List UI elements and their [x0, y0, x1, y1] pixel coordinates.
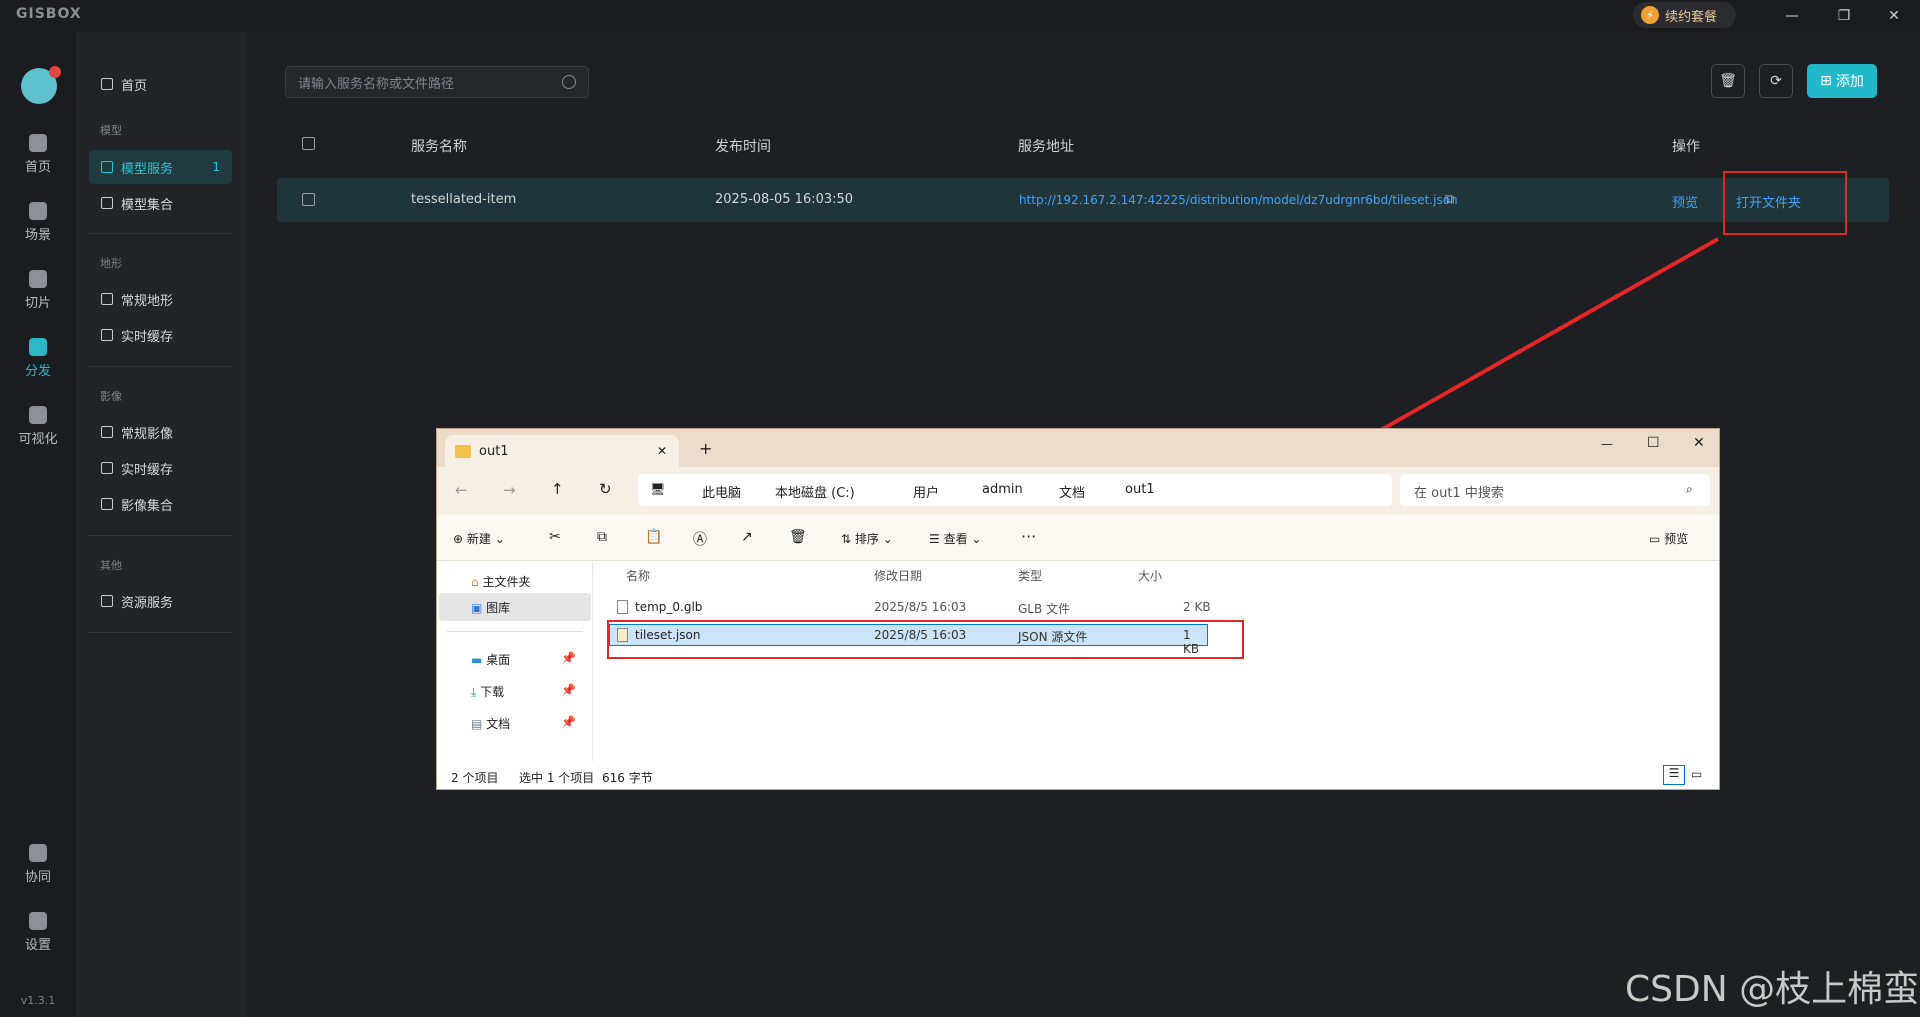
nav-home-label: 主文件夹 — [482, 575, 531, 589]
delete-icon[interactable]: 🗑 — [789, 529, 807, 545]
search-icon: ⌕ — [1686, 482, 1693, 496]
back-icon[interactable]: ← — [455, 481, 468, 499]
file-modified: 2025/8/5 16:03 — [874, 600, 967, 614]
column-modified[interactable]: 修改日期 — [874, 567, 922, 584]
column-size[interactable]: 大小 — [1138, 567, 1162, 584]
file-row[interactable]: temp_0.glb 2025/8/5 16:03 GLB 文件 2 KB — [609, 596, 1249, 618]
explorer-tab-bar: out1 ✕ + — ☐ ✕ — [437, 429, 1719, 467]
pin-icon: 📌 — [561, 715, 576, 729]
new-label: 新建 — [466, 532, 491, 546]
nav-gallery[interactable]: ▣ 图库 — [439, 593, 591, 621]
more-button[interactable]: ··· — [1021, 527, 1036, 546]
copy-icon[interactable]: ⧉ — [597, 529, 607, 545]
preview-pane-button[interactable]: ▭ 预览 — [1649, 530, 1688, 547]
annotation-box-tileset — [607, 620, 1244, 659]
crumb[interactable]: 此电脑 — [702, 482, 741, 501]
explorer-search-placeholder: 在 out1 中搜索 — [1414, 486, 1504, 501]
cut-icon[interactable]: ✂ — [549, 529, 561, 545]
tab-title: out1 — [479, 443, 509, 459]
crumb[interactable]: 用户 — [913, 482, 939, 501]
selected-size: 616 字节 — [602, 771, 653, 785]
up-icon[interactable]: ↑ — [551, 480, 564, 498]
nav-documents-label: 文档 — [486, 717, 511, 731]
picture-icon: ▣ — [471, 601, 483, 615]
item-count: 2 个项目 — [451, 771, 499, 785]
nav-downloads-label: 下载 — [480, 685, 505, 699]
file-explorer-window: out1 ✕ + — ☐ ✕ ← → ↑ ↻ 🖥 此电脑 本地磁盘 (C:) 用… — [436, 428, 1720, 790]
download-icon: ⤓ — [471, 685, 477, 699]
share-icon[interactable]: ↗ — [741, 529, 753, 545]
details-view-icon[interactable]: ☰ — [1663, 765, 1685, 785]
nav-desktop[interactable]: ▬ 桌面 📌 — [471, 651, 576, 668]
explorer-tab[interactable]: out1 ✕ — [445, 435, 679, 467]
preview-label: 预览 — [1664, 532, 1689, 546]
column-type[interactable]: 类型 — [1018, 567, 1042, 584]
file-type: GLB 文件 — [1018, 602, 1071, 616]
nav-divider — [447, 631, 583, 632]
sort-button[interactable]: ⇅ 排序 ⌄ — [841, 530, 893, 547]
selected-count: 选中 1 个项目 — [519, 771, 595, 785]
reload-icon[interactable]: ↻ — [599, 480, 612, 498]
view-button[interactable]: ☰ 查看 ⌄ — [929, 530, 981, 547]
desktop-icon: ▬ — [471, 653, 483, 667]
nav-desktop-label: 桌面 — [486, 653, 511, 667]
crumb[interactable]: 本地磁盘 (C:) — [775, 482, 855, 501]
column-name[interactable]: 名称 — [626, 567, 650, 584]
nav-gallery-label: 图库 — [486, 601, 511, 615]
explorer-minimize[interactable]: — — [1601, 437, 1613, 451]
house-icon: ⌂ — [471, 575, 479, 589]
nav-documents[interactable]: ▤ 文档 📌 — [471, 715, 576, 732]
file-name: temp_0.glb — [635, 600, 703, 614]
explorer-search-input[interactable]: 在 out1 中搜索 ⌕ — [1400, 474, 1710, 506]
document-icon: ▤ — [471, 717, 483, 731]
explorer-maximize[interactable]: ☐ — [1647, 435, 1660, 451]
crumb[interactable]: admin — [982, 482, 1023, 497]
explorer-toolbar: ⊕ 新建 ⌄ ✂ ⧉ 📋 Ⓐ ↗ 🗑 ⇅ 排序 ⌄ ☰ 查看 ⌄ ··· ▭ 预… — [437, 515, 1719, 561]
computer-icon: 🖥 — [650, 482, 666, 496]
pin-icon: 📌 — [561, 651, 576, 665]
nav-downloads[interactable]: ⤓ 下载 📌 — [471, 683, 576, 700]
explorer-address-bar: ← → ↑ ↻ 🖥 此电脑 本地磁盘 (C:) 用户 admin 文档 out1… — [437, 467, 1719, 515]
view-label: 查看 — [943, 532, 968, 546]
paste-icon[interactable]: 📋 — [645, 529, 662, 545]
file-size: 2 KB — [1183, 600, 1211, 614]
new-button[interactable]: ⊕ 新建 ⌄ — [453, 530, 505, 547]
nav-home[interactable]: ⌂ 主文件夹 — [471, 573, 530, 590]
pin-icon: 📌 — [561, 683, 576, 697]
explorer-close[interactable]: ✕ — [1693, 435, 1705, 451]
watermark: CSDN @枝上棉蛮 — [1625, 969, 1920, 1010]
explorer-nav-pane: ⌂ 主文件夹 ▣ 图库 ▬ 桌面 📌 ⤓ 下载 📌 ▤ 文档 📌 — [437, 561, 593, 761]
tiles-view-icon[interactable]: ▭ — [1691, 767, 1702, 781]
crumb[interactable]: 文档 — [1059, 482, 1085, 501]
file-icon — [617, 600, 628, 614]
folder-icon — [455, 444, 471, 458]
address-field[interactable]: 🖥 此电脑 本地磁盘 (C:) 用户 admin 文档 out1 — [638, 474, 1392, 506]
close-tab-icon[interactable]: ✕ — [657, 444, 667, 458]
sort-label: 排序 — [854, 532, 879, 546]
forward-icon[interactable]: → — [503, 481, 516, 499]
crumb[interactable]: out1 — [1125, 482, 1155, 497]
explorer-status-bar: 2 个项目 选中 1 个项目 616 字节 ☰ ▭ — [437, 761, 1719, 789]
new-tab-button[interactable]: + — [699, 439, 712, 458]
gallery-item: ▣ 图库 — [471, 599, 510, 616]
rename-icon[interactable]: Ⓐ — [693, 529, 707, 549]
